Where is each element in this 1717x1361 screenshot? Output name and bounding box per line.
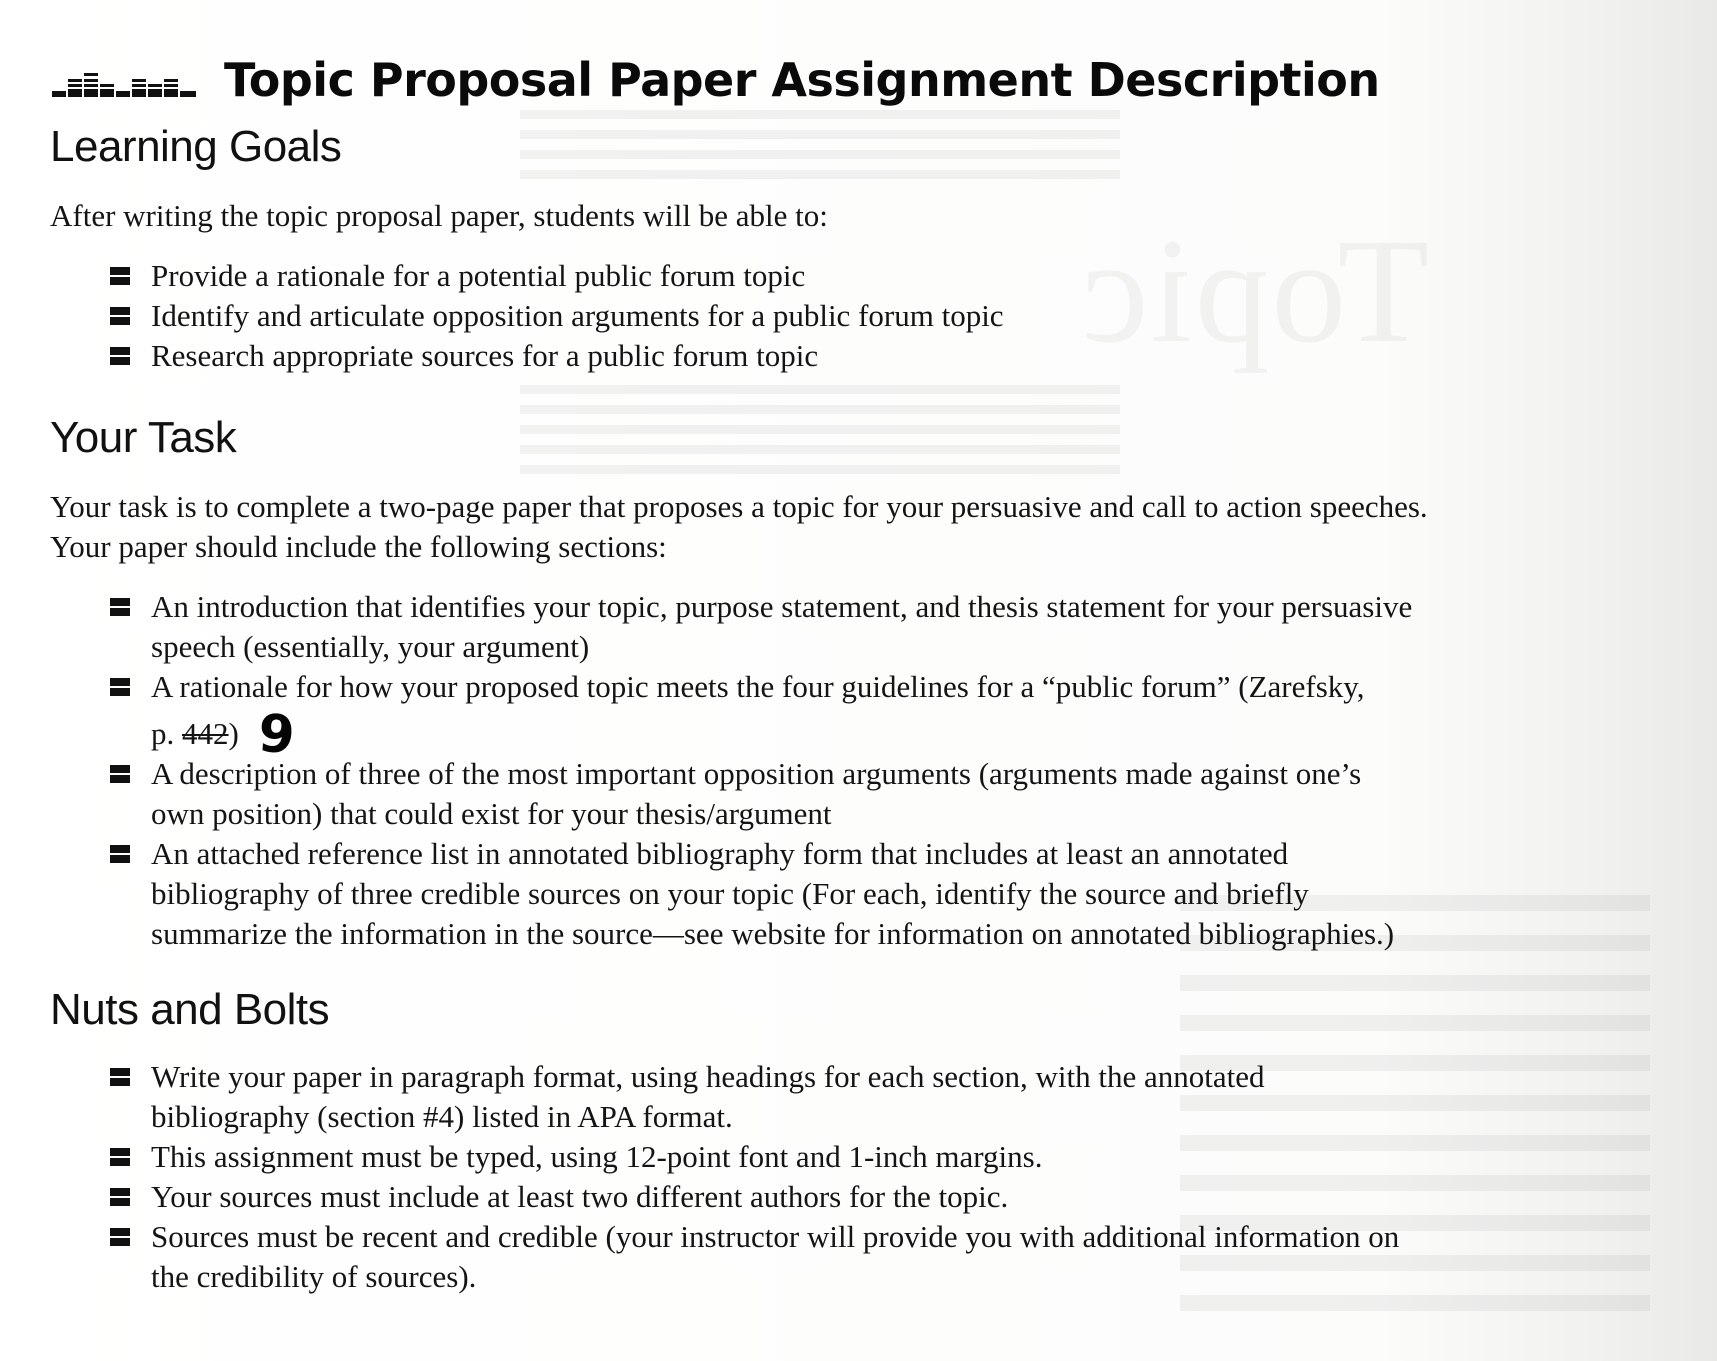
bleed-through-lines <box>520 110 1120 190</box>
list-item: Research appropriate sources for a publi… <box>108 336 1004 376</box>
list-item: Write your paper in paragraph format, us… <box>108 1057 1399 1137</box>
struck-page-number: 442 <box>182 716 229 751</box>
equalizer-bars-icon <box>52 73 196 97</box>
document-header: Topic Proposal Paper Assignment Descript… <box>52 50 1380 110</box>
square-bullet-icon <box>110 678 130 696</box>
section-heading-nuts-and-bolts: Nuts and Bolts <box>50 985 330 1034</box>
section-heading-your-task: Your Task <box>50 413 237 462</box>
square-bullet-icon <box>110 1188 130 1206</box>
document-page: Topic Topic Proposal Paper Assignment De… <box>0 0 1717 1361</box>
square-bullet-icon <box>110 307 130 325</box>
square-bullet-icon <box>110 1068 130 1086</box>
document-title: Topic Proposal Paper Assignment Descript… <box>224 53 1380 107</box>
list-item: A rationale for how your proposed topic … <box>108 667 1412 767</box>
square-bullet-icon <box>110 1148 130 1166</box>
square-bullet-icon <box>110 765 130 783</box>
list-item: An attached reference list in annotated … <box>108 834 1412 954</box>
square-bullet-icon <box>110 267 130 285</box>
list-item: Sources must be recent and credible (you… <box>108 1217 1399 1297</box>
bleed-through-lines <box>520 385 1120 485</box>
list-item: An introduction that identifies your top… <box>108 587 1412 667</box>
handwritten-correction: 9 <box>256 703 297 767</box>
learning-goals-intro: After writing the topic proposal paper, … <box>50 198 828 233</box>
list-item: This assignment must be typed, using 12-… <box>108 1137 1399 1177</box>
section-heading-learning-goals: Learning Goals <box>50 122 342 171</box>
your-task-list: An introduction that identifies your top… <box>108 587 1412 954</box>
square-bullet-icon <box>110 1228 130 1246</box>
square-bullet-icon <box>110 845 130 863</box>
square-bullet-icon <box>110 347 130 365</box>
square-bullet-icon <box>110 598 130 616</box>
learning-goals-list: Provide a rationale for a potential publ… <box>108 256 1004 376</box>
list-item: A description of three of the most impor… <box>108 754 1412 834</box>
list-item: Your sources must include at least two d… <box>108 1177 1399 1217</box>
list-item: Identify and articulate opposition argum… <box>108 296 1004 336</box>
your-task-intro: Your task is to complete a two-page pape… <box>50 489 1428 564</box>
bleed-through-text: Topic <box>1080 205 1429 377</box>
list-item: Provide a rationale for a potential publ… <box>108 256 1004 296</box>
nuts-and-bolts-list: Write your paper in paragraph format, us… <box>108 1057 1399 1297</box>
